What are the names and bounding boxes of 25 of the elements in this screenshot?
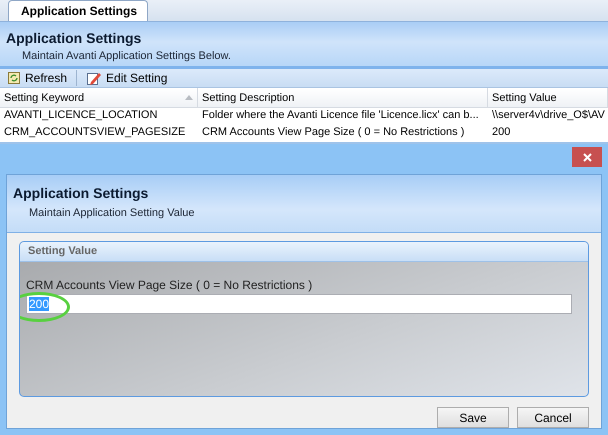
dialog-title: Application Settings (13, 185, 150, 201)
table-cell-text: \\server4v\drive_O$\AV (491, 108, 606, 123)
field-label: CRM Accounts View Page Size ( 0 = No Restrictions ) (26, 278, 314, 292)
group-title: Setting Value (20, 242, 588, 262)
table-cell-text: 200 (491, 125, 512, 140)
table-cell-text: AVANTI_LICENCE_LOCATION (3, 108, 158, 123)
edit-icon (86, 70, 102, 85)
column-header[interactable]: Setting Description (198, 88, 488, 108)
column-header[interactable]: Setting Value (488, 88, 608, 108)
table-cell-text: Folder where the Avanti Licence file 'Licence.licx' can b... (201, 108, 480, 123)
field-value: 200 (29, 297, 50, 311)
page-title: Application Settings (6, 30, 142, 46)
page-subtitle: Maintain Avanti Application Settings Below. (21, 50, 232, 62)
dialog-subtitle: Maintain Application Setting Value (28, 207, 196, 219)
tab[interactable]: Application Settings (8, 0, 148, 21)
refresh-icon (7, 70, 21, 85)
dialog-button[interactable]: Save (437, 407, 509, 428)
close-icon (582, 152, 592, 162)
table-cell-text: CRM Accounts View Page Size ( 0 = No Restrictions ) (201, 125, 466, 140)
close-button[interactable] (572, 147, 602, 167)
toolbar-button[interactable]: Refresh (4, 68, 70, 87)
column-header[interactable]: Setting Keyword (0, 88, 198, 108)
dialog-button[interactable]: Cancel (517, 407, 589, 428)
toolbar-button[interactable]: Edit Setting (83, 68, 170, 87)
table-cell-text: CRM_ACCOUNTSVIEW_PAGESIZE (3, 125, 186, 140)
